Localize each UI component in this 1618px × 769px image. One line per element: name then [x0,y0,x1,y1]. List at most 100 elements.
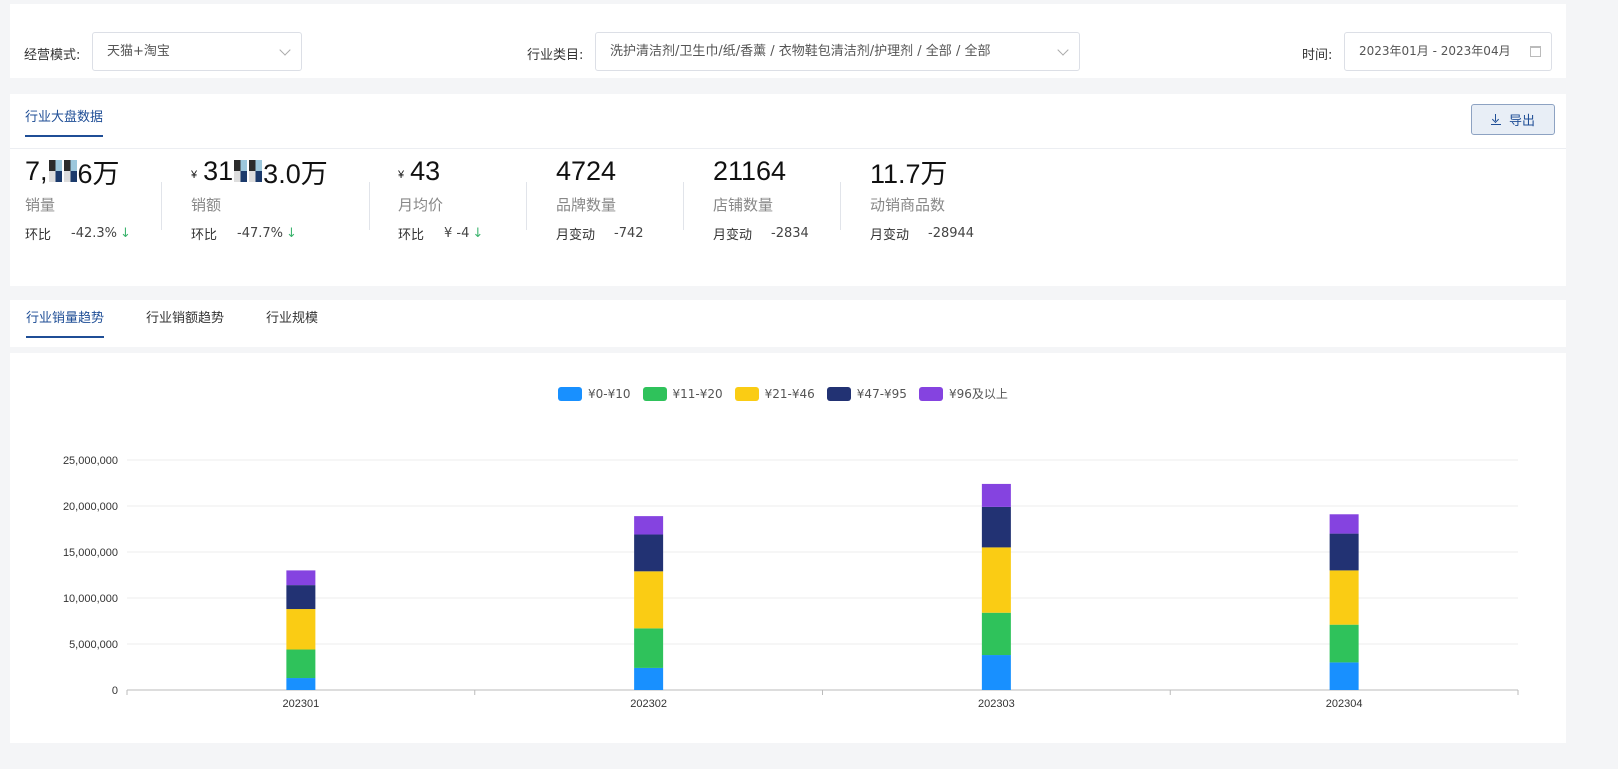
arrow-down-icon: ↓ [472,226,484,241]
tab-industry-overview[interactable]: 行业大盘数据 [25,106,104,137]
mode-select[interactable]: 天猫+淘宝 [92,32,302,71]
bar-segment[interactable] [634,571,664,629]
kpi-shop-count: 21164 店铺数量 月变动 -2834 [713,154,809,244]
y-tick-label: 10,000,000 [63,593,118,605]
kpi-separator [840,182,841,230]
bar-segment[interactable] [1329,533,1359,571]
bar-segment[interactable] [286,609,316,650]
kpi-change: 月变动 -2834 [713,224,809,243]
industry-select[interactable]: 洗护清洁剂/卫生巾/纸/香薰 / 衣物鞋包清洁剂/护理剂 / 全部 / 全部 [595,32,1080,71]
bar-segment[interactable] [286,678,316,690]
bar-segment[interactable] [1329,570,1359,625]
change-label: 月变动 [713,228,753,243]
kpi-separator [369,182,370,230]
change-label: 环比 [398,228,425,243]
bar-segment[interactable] [1329,624,1359,663]
kpi-value: 4724 [556,155,617,186]
date-range-value: 2023年01月 - 2023年04月 [1359,44,1511,58]
divider [10,148,1566,149]
change-value: ¥ -4 [444,226,470,241]
change-label: 月变动 [870,228,910,243]
bar-segment[interactable] [286,585,316,610]
tab-sales-amount-trend[interactable]: 行业销额趋势 [146,307,224,336]
bar-segment[interactable] [981,655,1011,690]
currency-symbol: ¥ [398,169,405,181]
bar-segment[interactable] [286,570,316,586]
bar-segment[interactable] [634,667,664,690]
x-tick-label: 202304 [1326,698,1363,710]
change-value: -2834 [771,226,809,241]
kpi-label: 店铺数量 [713,196,774,214]
bar-segment[interactable] [981,612,1011,656]
kpi-value-start: 31 [203,155,234,186]
kpi-sales-volume: 7, 6万 销量 环比 -42.3% ↓ [25,154,131,244]
mode-select-value: 天猫+淘宝 [107,44,170,59]
bar-segment[interactable] [634,628,664,668]
arrow-down-icon: ↓ [120,226,131,241]
industry-overview-card: 行业大盘数据 导出 7, 6万 销量 环比 -42.3% ↓ ¥ 31 3.0万… [10,94,1566,286]
mode-label: 经营模式: [24,48,81,63]
bar-segment[interactable] [1329,514,1359,534]
redacted-mosaic [234,160,248,182]
tab-industry-scale[interactable]: 行业规模 [266,307,318,336]
change-label: 环比 [25,228,52,243]
bar-segment[interactable] [981,483,1011,507]
kpi-separator [161,182,162,230]
x-tick-label: 202303 [978,698,1015,710]
kpi-change: 环比 -47.7% ↓ [191,224,328,243]
time-label: 时间: [1302,48,1333,63]
kpi-value-end: 6万 [77,158,120,189]
bar-segment[interactable] [634,516,664,535]
bar-segment[interactable] [634,534,664,572]
currency-symbol: ¥ [191,169,198,181]
filter-bar: 经营模式: 天猫+淘宝 行业类目: 洗护清洁剂/卫生巾/纸/香薰 / 衣物鞋包清… [10,4,1566,78]
y-tick-label: 25,000,000 [63,455,118,467]
kpi-sales-amount: ¥ 31 3.0万 销额 环比 -47.7% ↓ [191,154,328,244]
tab-sales-volume-trend[interactable]: 行业销量趋势 [26,307,105,338]
y-tick-label: 0 [112,685,118,697]
bar-segment[interactable] [286,649,316,679]
kpi-value: 21164 [713,155,787,186]
x-tick-label: 202302 [630,698,667,710]
stacked-bar-chart: 0 5,000,000 10,000,000 15,000,000 20,000,000… [63,455,1519,710]
redacted-mosaic [48,160,62,182]
export-button[interactable]: 导出 [1471,104,1555,135]
kpi-brand-count: 4724 品牌数量 月变动 -742 [556,154,644,244]
kpi-value: ¥ 31 3.0万 [191,154,328,189]
download-icon [1490,114,1501,125]
date-range-picker[interactable]: 2023年01月 - 2023年04月 [1344,32,1552,71]
bar-segment[interactable] [1329,662,1359,690]
industry-select-value: 洗护清洁剂/卫生巾/纸/香薰 / 衣物鞋包清洁剂/护理剂 / 全部 / 全部 [610,44,991,59]
chart-card: ¥0-¥10 ¥11-¥20 ¥21-¥46 ¥47-¥95 ¥96及以上 0 5,000… [10,353,1566,743]
chevron-down-icon [279,44,291,56]
kpi-value: ¥ 43 [398,154,483,188]
kpi-value-start: 7, [25,155,48,186]
kpi-separator [526,182,527,230]
bar-segment[interactable] [981,547,1011,613]
kpi-change: 月变动 -28944 [870,224,974,243]
kpi-change: 环比 -42.3% ↓ [25,224,131,243]
export-label: 导出 [1508,114,1535,129]
kpi-label: 月均价 [398,196,444,214]
industry-label: 行业类目: [527,48,584,63]
arrow-down-icon: ↓ [286,226,297,241]
trend-tabs: 行业销量趋势 行业销额趋势 行业规模 [10,300,1566,347]
bar-segment[interactable] [981,506,1011,548]
redacted-mosaic [249,160,263,182]
kpi-active-products: 11.7万 动销商品数 月变动 -28944 [870,154,974,244]
kpi-value: 7, 6万 [25,154,131,189]
kpi-change: 环比 ¥ -4 ↓ [398,224,483,243]
kpi-change: 月变动 -742 [556,224,644,243]
kpi-label: 销额 [191,196,222,214]
kpi-label: 品牌数量 [556,196,617,214]
kpi-value-end: 3.0万 [263,158,328,189]
kpi-label: 动销商品数 [870,196,946,214]
chevron-down-icon [1057,44,1069,56]
change-value: -28944 [928,226,975,241]
kpi-value-start: 43 [410,155,441,186]
change-label: 环比 [191,228,218,243]
change-label: 月变动 [556,228,596,243]
y-tick-label: 5,000,000 [69,639,118,651]
kpi-value: 11.7万 [870,158,948,189]
redacted-mosaic [63,160,77,182]
